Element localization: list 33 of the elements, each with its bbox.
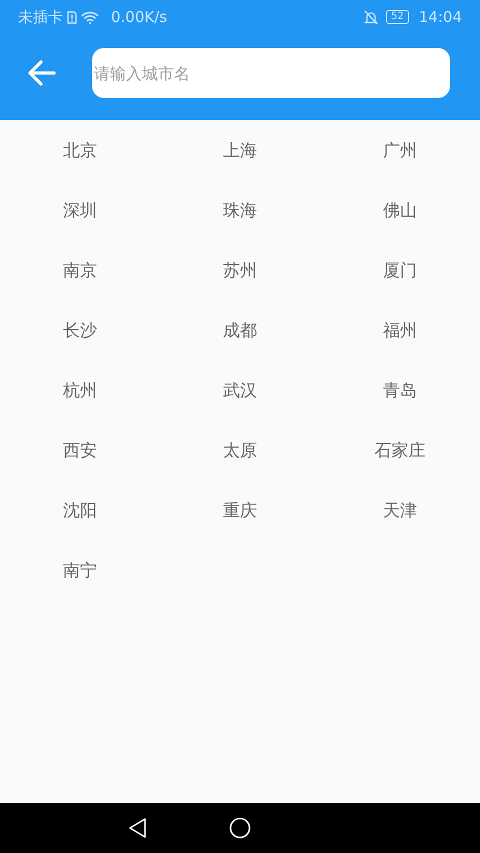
city-item[interactable]: 福州 [383, 318, 417, 342]
city-item[interactable]: 石家庄 [374, 438, 426, 462]
city-item[interactable]: 上海 [223, 138, 257, 162]
back-nav-icon[interactable] [128, 817, 148, 839]
city-item[interactable]: 天津 [383, 498, 417, 522]
city-item[interactable]: 北京 [63, 138, 97, 162]
clock-time: 14:04 [418, 8, 462, 26]
battery-indicator: 52 [386, 10, 409, 24]
city-item[interactable]: 珠海 [223, 198, 257, 222]
city-item[interactable]: 青岛 [383, 378, 417, 402]
wifi-icon [81, 10, 99, 24]
bell-muted-icon [364, 10, 378, 24]
sim-icon [67, 10, 77, 24]
search-field[interactable]: 请输入城市名 [92, 48, 450, 98]
city-item[interactable]: 广州 [383, 138, 417, 162]
city-item[interactable]: 厦门 [383, 258, 417, 282]
back-arrow-icon[interactable] [28, 60, 56, 86]
city-item[interactable]: 沈阳 [63, 498, 97, 522]
city-item[interactable]: 苏州 [223, 258, 257, 282]
city-item[interactable]: 成都 [223, 318, 257, 342]
city-item[interactable]: 佛山 [383, 198, 417, 222]
city-item[interactable]: 杭州 [63, 378, 97, 402]
city-item[interactable]: 南京 [63, 258, 97, 282]
city-item[interactable]: 深圳 [63, 198, 97, 222]
city-item[interactable]: 南宁 [63, 558, 97, 582]
city-item[interactable]: 武汉 [223, 378, 257, 402]
city-item[interactable]: 西安 [63, 438, 97, 462]
network-speed: 0.00K/s [111, 8, 168, 26]
city-item[interactable]: 太原 [223, 438, 257, 462]
carrier-text: 未插卡 [18, 8, 63, 26]
city-item[interactable]: 长沙 [63, 318, 97, 342]
city-item[interactable]: 重庆 [223, 498, 257, 522]
home-nav-icon[interactable] [229, 817, 251, 839]
